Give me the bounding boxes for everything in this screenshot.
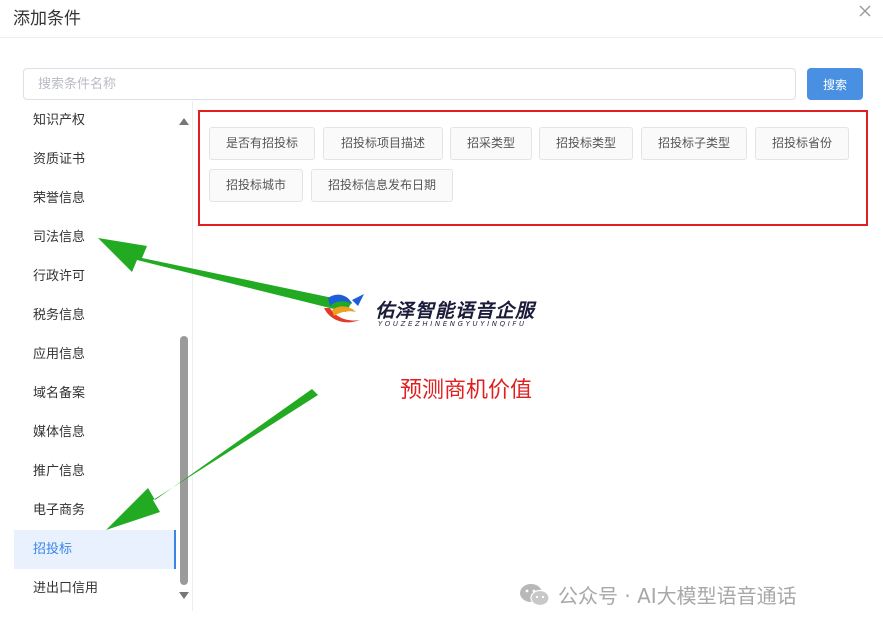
tag-has-bidding[interactable]: 是否有招投标 xyxy=(209,127,315,160)
scroll-up-arrow[interactable] xyxy=(179,118,189,125)
sidebar-item-admin-license[interactable]: 行政许可 xyxy=(14,257,176,296)
sidebar-item-tax[interactable]: 税务信息 xyxy=(14,296,176,335)
sidebar-item-intellectual-property[interactable]: 知识产权 xyxy=(14,101,176,140)
scroll-down-arrow[interactable] xyxy=(179,592,189,599)
scrollbar-thumb[interactable] xyxy=(180,336,188,585)
search-button[interactable]: 搜索 xyxy=(807,68,863,100)
sidebar-item-ecommerce[interactable]: 电子商务 xyxy=(14,491,176,530)
brand-title: 佑泽智能语音企服 xyxy=(375,300,536,322)
sidebar-item-domain[interactable]: 域名备案 xyxy=(14,374,176,413)
tag-procurement-type[interactable]: 招采类型 xyxy=(450,127,532,160)
tag-bidding-province[interactable]: 招投标省份 xyxy=(755,127,849,160)
tag-bidding-subtype[interactable]: 招投标子类型 xyxy=(641,127,747,160)
search-input[interactable] xyxy=(23,68,796,100)
tag-bidding-type[interactable]: 招投标类型 xyxy=(539,127,633,160)
brand-logo xyxy=(324,294,364,323)
annotation-text: 预测商机价值 xyxy=(400,378,533,403)
sidebar: 知识产权 资质证书 荣誉信息 司法信息 行政许可 税务信息 应用信息 域名备案 … xyxy=(14,101,193,611)
sidebar-item-certificates[interactable]: 资质证书 xyxy=(14,140,176,179)
tag-bidding-city[interactable]: 招投标城市 xyxy=(209,169,303,202)
close-icon[interactable] xyxy=(858,4,872,18)
sidebar-item-promotion[interactable]: 推广信息 xyxy=(14,452,176,491)
watermark-text: 公众号 · AI大模型语音通话 xyxy=(558,584,797,608)
sidebar-item-judicial[interactable]: 司法信息 xyxy=(14,218,176,257)
wechat-icon xyxy=(520,584,550,607)
condition-tag-panel: 是否有招投标 招投标项目描述 招采类型 招投标类型 招投标子类型 招投标省份 招… xyxy=(198,110,868,226)
sidebar-item-bidding[interactable]: 招投标 xyxy=(14,530,176,569)
dialog-header: 添加条件 xyxy=(0,0,883,38)
dialog-title: 添加条件 xyxy=(13,9,81,29)
brand-subtitle: YOUZEZHINENGYUYINQIFU xyxy=(378,320,527,328)
sidebar-item-media[interactable]: 媒体信息 xyxy=(14,413,176,452)
tag-project-description[interactable]: 招投标项目描述 xyxy=(323,127,443,160)
sidebar-item-honors[interactable]: 荣誉信息 xyxy=(14,179,176,218)
sidebar-item-apps[interactable]: 应用信息 xyxy=(14,335,176,374)
sidebar-item-import-export[interactable]: 进出口信用 xyxy=(14,569,176,608)
tag-publish-date[interactable]: 招投标信息发布日期 xyxy=(311,169,453,202)
